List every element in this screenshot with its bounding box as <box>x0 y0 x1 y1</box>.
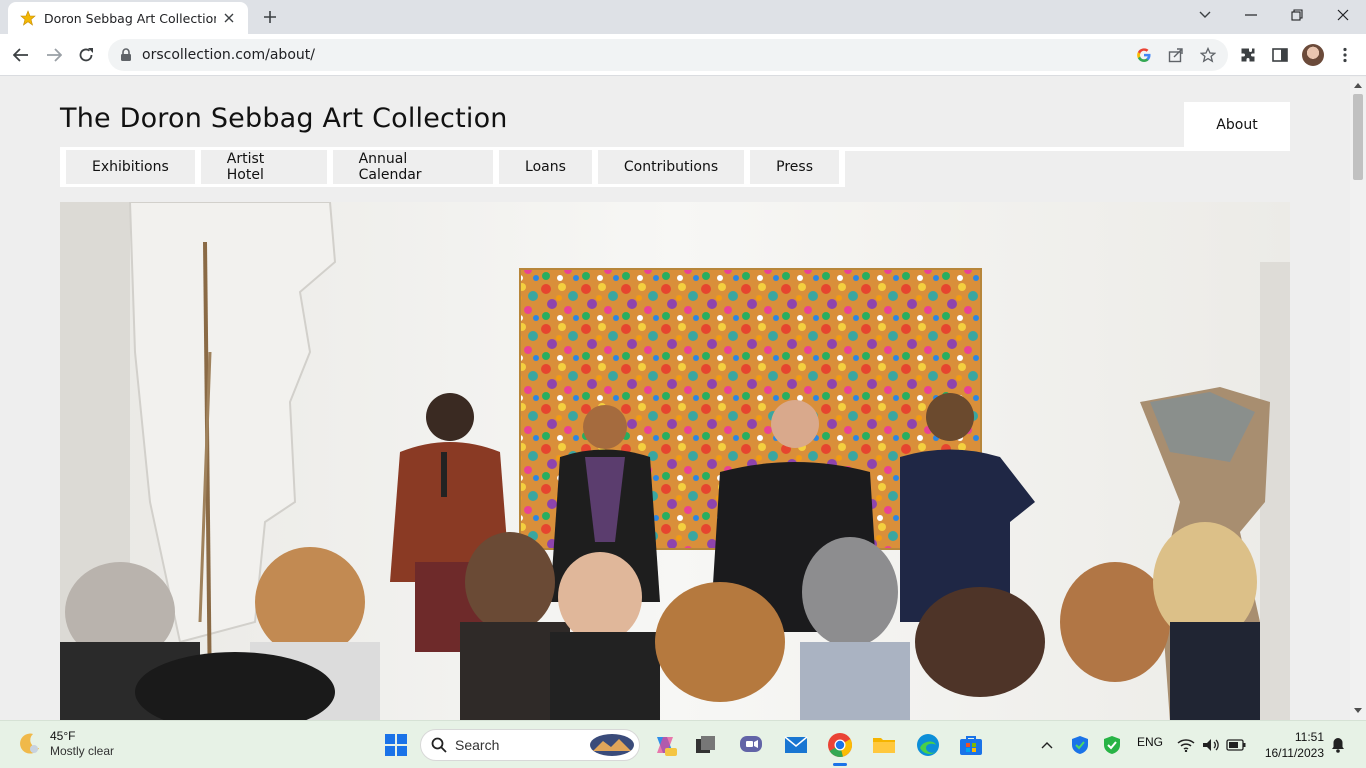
forward-icon <box>47 48 62 62</box>
windows-icon <box>385 734 407 756</box>
lock-icon[interactable] <box>120 48 132 62</box>
language-indicator[interactable]: ENG <box>1137 735 1163 749</box>
nav-annual-calendar[interactable]: Annual Calendar <box>332 150 494 184</box>
browser-tab[interactable]: Doron Sebbag Art Collection | o <box>8 2 248 34</box>
tray-overflow-icon[interactable] <box>1033 730 1061 760</box>
minimize-icon <box>1245 14 1257 16</box>
url-text[interactable]: orscollection.com/about/ <box>142 47 315 63</box>
restore-button[interactable] <box>1274 0 1320 30</box>
address-bar[interactable]: orscollection.com/about/ <box>108 39 1228 71</box>
wifi-icon[interactable] <box>1174 730 1198 760</box>
edge-app-icon[interactable] <box>913 730 943 760</box>
moon-icon <box>20 733 39 754</box>
os-taskbar: 45°F Mostly clear Search ENG 11:51 16/11… <box>0 720 1366 768</box>
nav-loans[interactable]: Loans <box>499 150 592 184</box>
chrome-app-icon[interactable] <box>825 730 855 766</box>
store-app-icon[interactable] <box>956 730 986 760</box>
bookmark-star-icon[interactable] <box>1199 46 1217 64</box>
scrollbar-thumb[interactable] <box>1353 94 1363 180</box>
defender-icon[interactable] <box>1066 730 1094 760</box>
browser-toolbar: orscollection.com/about/ <box>0 34 1366 76</box>
nav-press[interactable]: Press <box>750 150 839 184</box>
star-favicon-icon <box>18 8 38 28</box>
page-viewport: The Doron Sebbag Art Collection About Ex… <box>0 77 1350 720</box>
task-view-icon[interactable] <box>691 730 721 760</box>
reload-icon <box>79 48 93 62</box>
nav-contributions[interactable]: Contributions <box>597 150 745 184</box>
restore-icon <box>1291 9 1303 21</box>
start-button[interactable] <box>381 730 411 760</box>
search-label: Search <box>455 737 500 753</box>
weather-widget[interactable]: 45°F Mostly clear <box>16 729 114 759</box>
nav-exhibitions[interactable]: Exhibitions <box>66 150 195 184</box>
extensions-icon[interactable] <box>1238 45 1258 65</box>
google-icon[interactable] <box>1135 46 1153 64</box>
close-icon[interactable] <box>220 9 238 27</box>
back-button[interactable] <box>8 42 34 68</box>
tab-search-button[interactable] <box>1182 0 1228 30</box>
notification-bell-icon[interactable] <box>1326 730 1350 760</box>
nav-about[interactable]: About <box>1184 102 1290 148</box>
forward-button[interactable] <box>41 42 67 68</box>
browser-tabstrip: Doron Sebbag Art Collection | o <box>0 0 1366 34</box>
reload-button[interactable] <box>73 42 99 68</box>
hero-photo <box>60 202 1290 720</box>
scroll-up-icon[interactable] <box>1354 81 1362 89</box>
tab-title: Doron Sebbag Art Collection | o <box>44 10 216 26</box>
copilot-app-icon[interactable] <box>650 730 680 760</box>
search-icon <box>431 737 447 753</box>
new-tab-button[interactable] <box>258 5 282 29</box>
plus-icon <box>264 11 276 23</box>
scroll-down-icon[interactable] <box>1354 706 1362 714</box>
file-explorer-icon[interactable] <box>869 730 899 760</box>
nav-artist-hotel[interactable]: Artist Hotel <box>200 150 327 184</box>
close-window-icon <box>1337 9 1349 21</box>
clock-time: 11:51 <box>1294 730 1324 744</box>
mail-app-icon[interactable] <box>781 730 811 760</box>
clock-date: 16/11/2023 <box>1264 746 1324 760</box>
main-menu: Exhibitions Artist Hotel Annual Calendar… <box>60 147 845 187</box>
share-icon[interactable] <box>1167 46 1185 64</box>
battery-icon[interactable] <box>1223 730 1249 760</box>
chevron-down-icon <box>1199 11 1211 18</box>
page-scrollbar[interactable] <box>1350 77 1366 720</box>
minimize-button[interactable] <box>1228 0 1274 30</box>
volume-icon[interactable] <box>1199 730 1223 760</box>
active-app-indicator <box>833 763 847 766</box>
chat-app-icon[interactable] <box>736 730 766 760</box>
site-title[interactable]: The Doron Sebbag Art Collection <box>60 103 508 134</box>
taskbar-search[interactable]: Search <box>420 729 640 761</box>
close-window-button[interactable] <box>1320 0 1366 30</box>
weather-condition: Mostly clear <box>50 744 115 758</box>
kebab-menu-icon[interactable] <box>1335 45 1355 65</box>
side-panel-icon[interactable] <box>1270 45 1290 65</box>
search-highlight-icon <box>590 734 634 756</box>
system-clock[interactable]: 11:51 16/11/2023 <box>1258 729 1324 761</box>
security-shield-icon[interactable] <box>1098 730 1126 760</box>
weather-temp: 45°F <box>50 729 76 743</box>
back-icon <box>13 48 28 62</box>
profile-avatar[interactable] <box>1302 44 1324 66</box>
